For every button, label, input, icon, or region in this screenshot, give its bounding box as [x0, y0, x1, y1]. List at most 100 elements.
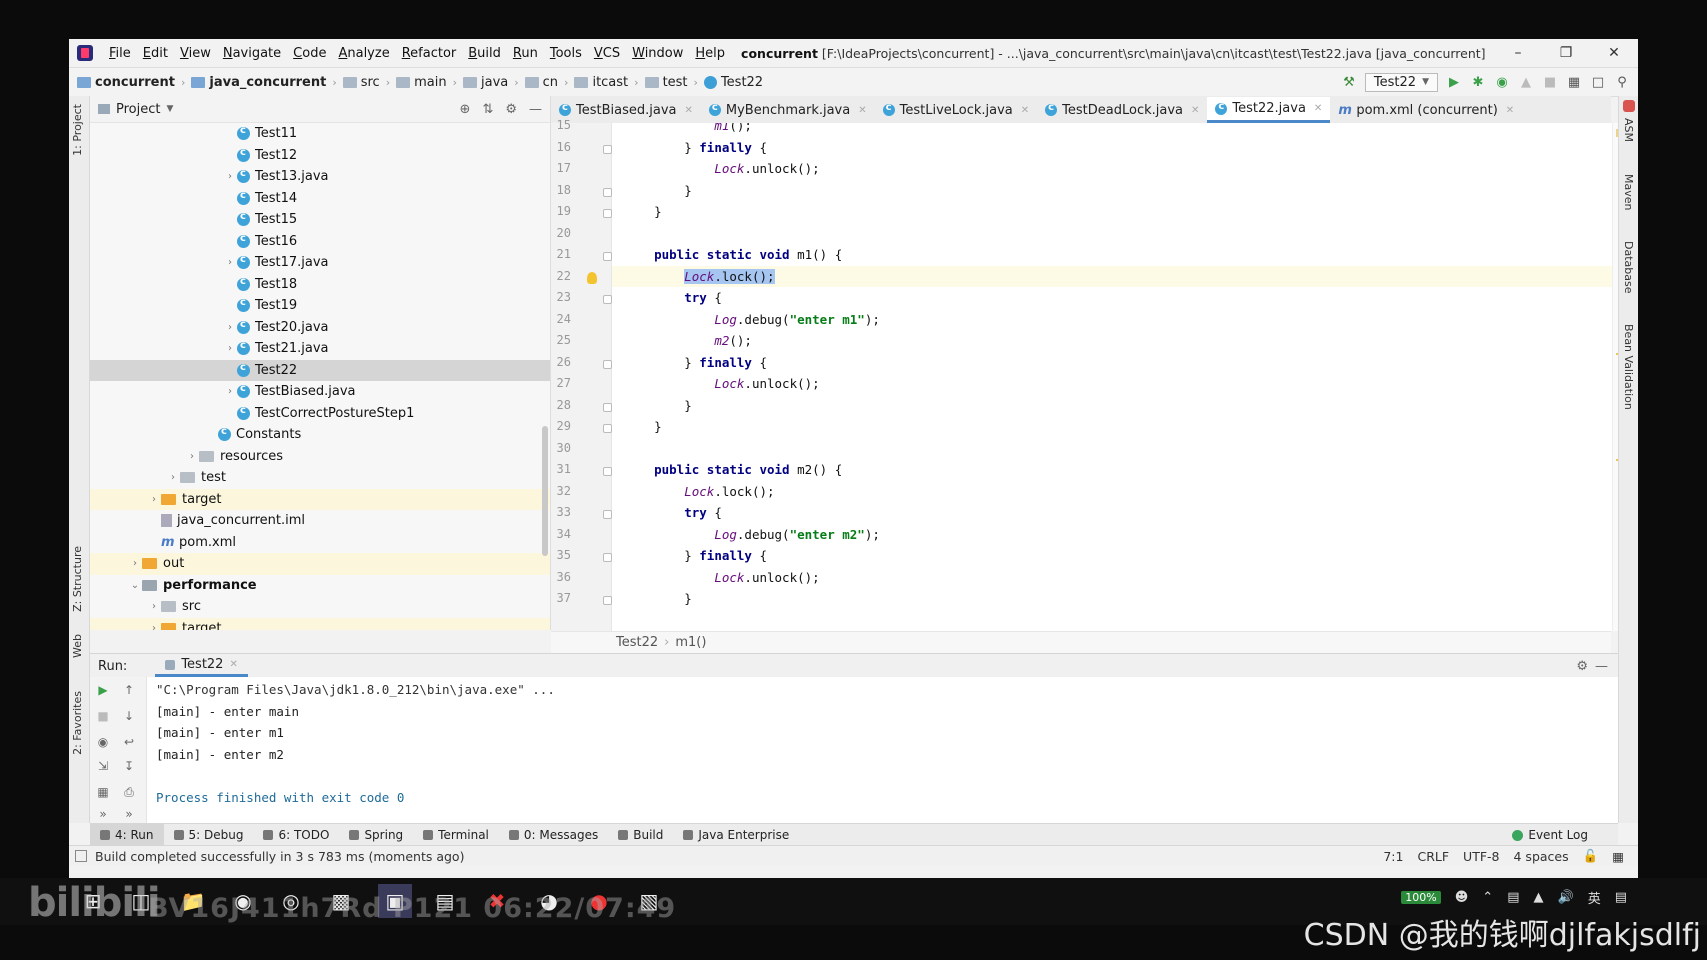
- layout-icon[interactable]: □: [1590, 74, 1606, 90]
- database-tool-tab[interactable]: Database: [1622, 241, 1635, 294]
- code-line[interactable]: }: [612, 201, 1612, 223]
- tree-item[interactable]: › target: [90, 488, 550, 510]
- fold-marker-icon[interactable]: [603, 295, 612, 304]
- tree-item[interactable]: Test12: [90, 145, 550, 167]
- editor-tab[interactable]: Test22.java ✕: [1207, 97, 1331, 123]
- code-line[interactable]: } finally {: [612, 352, 1612, 374]
- code-line[interactable]: Lock.lock();: [612, 265, 1612, 287]
- code-line[interactable]: Lock.unlock();: [612, 373, 1612, 395]
- close-tab-icon[interactable]: ✕: [1191, 105, 1199, 116]
- nav-crumb[interactable]: main: [392, 75, 450, 90]
- scroll-up-icon[interactable]: ↑: [122, 683, 136, 697]
- tree-item[interactable]: › target: [90, 617, 550, 630]
- structure-tool-tab[interactable]: Z: Structure: [71, 546, 84, 612]
- gear-icon[interactable]: ⚙: [505, 102, 517, 117]
- line-separator[interactable]: CRLF: [1417, 849, 1449, 864]
- search-icon[interactable]: ⚲: [1614, 74, 1630, 90]
- project-tool-tab[interactable]: 1: Project: [71, 104, 84, 156]
- close-tab-icon[interactable]: ✕: [685, 105, 693, 116]
- chevron-right-icon[interactable]: ›: [128, 558, 142, 569]
- chevron-right-icon[interactable]: ›: [223, 322, 237, 333]
- tree-item[interactable]: › Test17.java: [90, 252, 550, 274]
- lock-icon[interactable]: 🔓: [1583, 848, 1599, 864]
- tool-tab-terminal[interactable]: Terminal: [413, 828, 499, 842]
- maven-tool-tab[interactable]: Maven: [1622, 174, 1635, 210]
- menu-item-navigate[interactable]: Navigate: [217, 46, 287, 61]
- ime-indicator[interactable]: 英: [1588, 888, 1601, 907]
- bean-validation-tool-tab[interactable]: Bean Validation: [1622, 324, 1635, 410]
- more-icon[interactable]: »: [96, 807, 110, 821]
- chevron-right-icon[interactable]: ›: [223, 343, 237, 354]
- locate-icon[interactable]: ⊕: [460, 102, 471, 117]
- tree-item[interactable]: › Test21.java: [90, 338, 550, 360]
- nav-crumb[interactable]: itcast: [570, 75, 632, 90]
- code-line[interactable]: Lock.unlock();: [612, 567, 1612, 589]
- project-panel-title[interactable]: Project: [116, 102, 160, 117]
- close-icon[interactable]: ✕: [1590, 39, 1638, 67]
- build-hammer-icon[interactable]: ⚒: [1341, 74, 1357, 90]
- chevron-right-icon[interactable]: ›: [166, 472, 180, 483]
- tree-item[interactable]: › Test20.java: [90, 317, 550, 339]
- scroll-down-icon[interactable]: ↓: [122, 709, 136, 723]
- notification-center-icon[interactable]: ▤: [1615, 890, 1627, 905]
- chevron-down-icon[interactable]: ⌄: [128, 580, 142, 591]
- tree-item[interactable]: Test15: [90, 209, 550, 231]
- chevron-right-icon[interactable]: ›: [147, 601, 161, 612]
- coverage-icon[interactable]: ◉: [1494, 74, 1510, 90]
- tool-tab-6-todo[interactable]: 6: TODO: [253, 828, 339, 842]
- code-line[interactable]: try {: [612, 502, 1612, 524]
- code-line[interactable]: Lock.unlock();: [612, 158, 1612, 180]
- network-icon[interactable]: ▤: [1507, 890, 1519, 905]
- profile-icon[interactable]: ▲: [1518, 74, 1534, 90]
- chevron-right-icon[interactable]: ›: [223, 171, 237, 182]
- chevron-right-icon[interactable]: ›: [223, 257, 237, 268]
- tool-tab-4-run[interactable]: 4: Run: [90, 824, 164, 846]
- tree-item[interactable]: Test11: [90, 123, 550, 145]
- code-line[interactable]: [612, 438, 1612, 460]
- fold-marker-icon[interactable]: [603, 510, 612, 519]
- more-icon[interactable]: »: [122, 807, 136, 821]
- breadcrumb-method[interactable]: m1(): [675, 635, 706, 650]
- tree-item[interactable]: java_concurrent.iml: [90, 510, 550, 532]
- tool-tab-build[interactable]: Build: [608, 828, 673, 842]
- nav-crumb[interactable]: cn: [521, 75, 562, 90]
- restore-layout-icon[interactable]: ⇲: [96, 759, 110, 773]
- code-line[interactable]: }: [612, 395, 1612, 417]
- layout-icon[interactable]: ▦: [96, 785, 110, 799]
- wifi-icon[interactable]: ▲: [1534, 890, 1544, 905]
- memory-icon[interactable]: ▦: [1612, 849, 1624, 864]
- code-line[interactable]: m2();: [612, 330, 1612, 352]
- tool-tab-spring[interactable]: Spring: [339, 828, 413, 842]
- nav-crumb[interactable]: src: [339, 75, 384, 90]
- run-icon[interactable]: ▶: [1446, 74, 1462, 90]
- code-line[interactable]: }: [612, 588, 1612, 610]
- fold-marker-icon[interactable]: [603, 553, 612, 562]
- debug-icon[interactable]: ✱: [1470, 74, 1486, 90]
- status-toggle-icon[interactable]: [75, 850, 87, 862]
- fold-marker-icon[interactable]: [603, 467, 612, 476]
- nav-crumb[interactable]: java_concurrent: [187, 75, 330, 90]
- editor-tab[interactable]: TestDeadLock.java ✕: [1037, 97, 1207, 123]
- minimize-icon[interactable]: –: [1494, 39, 1542, 67]
- close-tab-icon[interactable]: ✕: [1021, 105, 1029, 116]
- menu-item-tools[interactable]: Tools: [544, 46, 588, 61]
- tree-item[interactable]: › out: [90, 553, 550, 575]
- editor-tab[interactable]: TestBiased.java ✕: [551, 97, 701, 123]
- menu-item-view[interactable]: View: [174, 46, 217, 61]
- tool-tab-java-enterprise[interactable]: Java Enterprise: [673, 828, 799, 842]
- chevron-right-icon[interactable]: ›: [185, 451, 199, 462]
- tool-tab-0-messages[interactable]: 0: Messages: [499, 828, 608, 842]
- fold-marker-icon[interactable]: [603, 252, 612, 261]
- chevron-down-icon[interactable]: ▼: [166, 104, 173, 114]
- menu-item-window[interactable]: Window: [626, 46, 689, 61]
- editor-tab[interactable]: m pom.xml (concurrent) ✕: [1330, 97, 1522, 123]
- code-line[interactable]: } finally {: [612, 137, 1612, 159]
- nav-crumb[interactable]: Test22: [700, 75, 767, 90]
- editor-tab[interactable]: TestLiveLock.java ✕: [875, 97, 1038, 123]
- close-tab-icon[interactable]: ✕: [858, 105, 866, 116]
- stop-icon[interactable]: ■: [1542, 74, 1558, 90]
- tree-item[interactable]: ⌄ performance: [90, 575, 550, 597]
- scroll-to-end-icon[interactable]: ↧: [122, 759, 136, 773]
- close-tab-icon[interactable]: ✕: [1314, 103, 1322, 114]
- menu-item-help[interactable]: Help: [689, 46, 731, 61]
